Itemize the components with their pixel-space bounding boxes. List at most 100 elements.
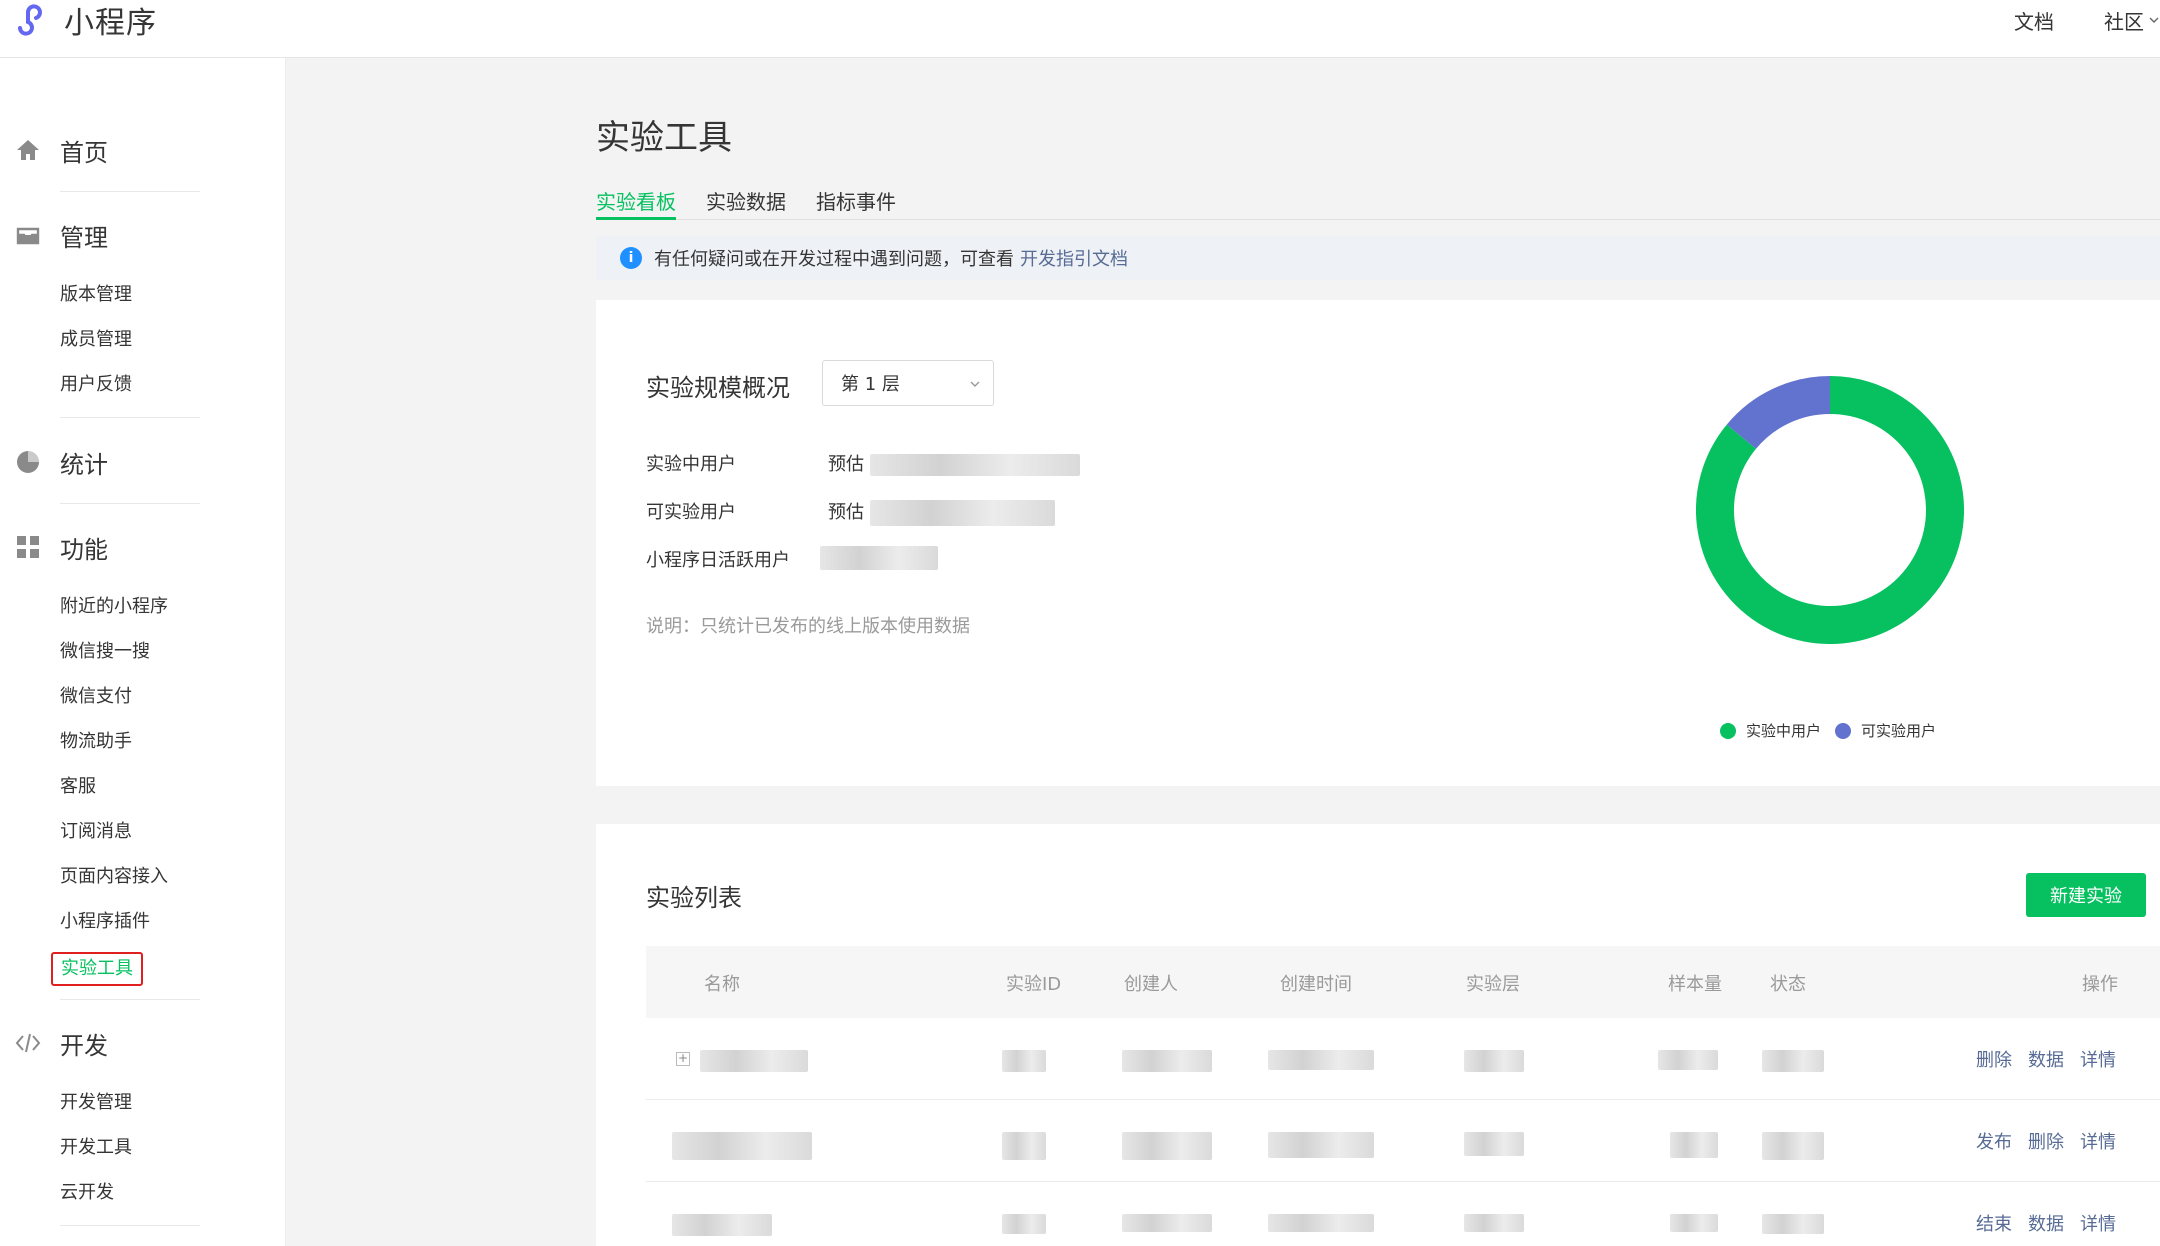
docs-link[interactable]: 文档 bbox=[2014, 6, 2054, 35]
divider bbox=[60, 1225, 200, 1226]
sidebar-item-content[interactable]: 页面内容接入 bbox=[60, 864, 168, 890]
divider bbox=[60, 417, 200, 418]
donut-slice-1 bbox=[1726, 376, 1831, 450]
sidebar-item-experiment[interactable]: 实验工具 bbox=[51, 952, 143, 986]
sidebar-item-plugins[interactable]: 小程序插件 bbox=[60, 909, 150, 935]
sidebar-item-version[interactable]: 版本管理 bbox=[60, 282, 132, 308]
tab-dashboard[interactable]: 实验看板 bbox=[596, 186, 676, 220]
legend-label: 可实验用户 bbox=[1861, 722, 1937, 740]
redacted-cell bbox=[1464, 1132, 1524, 1156]
logo[interactable]: 小程序 bbox=[10, 0, 157, 41]
info-icon: i bbox=[620, 247, 642, 269]
sidebar-item-service[interactable]: 客服 bbox=[60, 774, 96, 800]
redacted-cell bbox=[1268, 1214, 1374, 1232]
pie-chart-icon bbox=[14, 448, 42, 476]
column-header: 样本量 bbox=[1668, 974, 1722, 995]
layer-select[interactable]: 第 1 层 bbox=[822, 360, 994, 406]
overview-row-label: 小程序日活跃用户 bbox=[646, 550, 790, 571]
home-icon bbox=[14, 136, 42, 164]
sidebar-item-dev-manage[interactable]: 开发管理 bbox=[60, 1090, 132, 1116]
redacted-cell bbox=[1268, 1050, 1374, 1070]
grid-icon bbox=[14, 533, 42, 561]
overview-row-label: 实验中用户 bbox=[646, 454, 736, 475]
details-action[interactable]: 详情 bbox=[2080, 1210, 2116, 1236]
redacted-cell bbox=[1762, 1132, 1824, 1160]
redacted-value bbox=[820, 546, 938, 570]
chart-legend: 实验中用户 可实验用户 bbox=[1720, 720, 1950, 741]
sidebar-item-logistics[interactable]: 物流助手 bbox=[60, 729, 132, 755]
tab-bar: 实验看板 实验数据 指标事件 bbox=[596, 182, 2160, 220]
estimate-prefix: 预估 bbox=[828, 502, 864, 523]
overview-row-label: 可实验用户 bbox=[646, 502, 736, 523]
sidebar-item-pay[interactable]: 微信支付 bbox=[60, 684, 132, 710]
divider bbox=[60, 503, 200, 504]
layer-select-value: 第 1 层 bbox=[841, 374, 900, 395]
sidebar-item-dev-tools[interactable]: 开发工具 bbox=[60, 1135, 132, 1161]
column-header: 实验层 bbox=[1466, 974, 1520, 995]
column-header: 创建时间 bbox=[1280, 974, 1352, 995]
experiment-list-card: 实验列表 新建实验 名称 实验ID 创建人 创建时间 实验层 样本量 状态 操作… bbox=[596, 824, 2160, 1246]
sidebar-group-label: 管理 bbox=[60, 223, 108, 252]
redacted-cell bbox=[700, 1050, 808, 1072]
table-row: 结束 数据 详情 bbox=[646, 1182, 2160, 1246]
delete-action[interactable]: 删除 bbox=[2028, 1128, 2064, 1154]
details-action[interactable]: 详情 bbox=[2080, 1046, 2116, 1072]
sidebar-item-nearby[interactable]: 附近的小程序 bbox=[60, 594, 168, 620]
data-action[interactable]: 数据 bbox=[2028, 1210, 2064, 1236]
data-action[interactable]: 数据 bbox=[2028, 1046, 2064, 1072]
redacted-cell bbox=[1122, 1050, 1212, 1072]
overview-title: 实验规模概况 bbox=[646, 374, 790, 402]
sidebar-item-cloud[interactable]: 云开发 bbox=[60, 1180, 114, 1206]
dev-guide-link[interactable]: 开发指引文档 bbox=[1020, 245, 1128, 271]
redacted-cell bbox=[1122, 1132, 1212, 1160]
redacted-cell bbox=[672, 1132, 812, 1160]
sidebar-item-subscribe[interactable]: 订阅消息 bbox=[60, 819, 132, 845]
legend-label: 实验中用户 bbox=[1746, 722, 1822, 740]
table-row: 发布 删除 详情 bbox=[646, 1100, 2160, 1182]
inbox-icon bbox=[14, 221, 42, 249]
redacted-cell bbox=[1670, 1132, 1718, 1158]
top-nav: 文档 社区 bbox=[1964, 0, 2160, 40]
sidebar-item-feedback[interactable]: 用户反馈 bbox=[60, 372, 132, 398]
redacted-cell bbox=[1002, 1050, 1046, 1072]
sidebar: 首页 管理 版本管理 成员管理 用户反馈 统计 功能 附近的小程序 微信搜一搜 … bbox=[0, 58, 286, 1246]
redacted-cell bbox=[1464, 1050, 1524, 1072]
community-link[interactable]: 社区 bbox=[2104, 6, 2160, 35]
redacted-cell bbox=[1658, 1050, 1718, 1070]
sidebar-item-search[interactable]: 微信搜一搜 bbox=[60, 639, 150, 665]
legend-item: 可实验用户 bbox=[1835, 720, 1936, 741]
end-action[interactable]: 结束 bbox=[1976, 1210, 2012, 1236]
experiment-donut-chart bbox=[1696, 376, 1964, 644]
publish-action[interactable]: 发布 bbox=[1976, 1128, 2012, 1154]
redacted-cell bbox=[1002, 1214, 1046, 1234]
sidebar-group-label: 开发 bbox=[60, 1031, 108, 1060]
tab-data[interactable]: 实验数据 bbox=[706, 186, 786, 220]
delete-action[interactable]: 删除 bbox=[1976, 1046, 2012, 1072]
redacted-cell bbox=[1122, 1214, 1212, 1232]
tab-metrics[interactable]: 指标事件 bbox=[816, 186, 896, 220]
column-header: 名称 bbox=[704, 974, 740, 995]
redacted-value bbox=[869, 454, 1080, 476]
chevron-down-icon bbox=[970, 381, 980, 387]
page-title: 实验工具 bbox=[596, 118, 732, 158]
redacted-cell bbox=[1464, 1214, 1524, 1232]
column-header: 实验ID bbox=[1006, 974, 1062, 995]
divider bbox=[60, 191, 200, 192]
overview-row-value bbox=[820, 546, 938, 570]
chevron-down-icon bbox=[2149, 17, 2159, 23]
new-experiment-button[interactable]: 新建实验 bbox=[2026, 873, 2146, 917]
expand-toggle[interactable]: + bbox=[676, 1052, 690, 1066]
community-link-label: 社区 bbox=[2104, 9, 2144, 34]
app-name: 小程序 bbox=[64, 6, 157, 41]
sidebar-item-members[interactable]: 成员管理 bbox=[60, 327, 132, 353]
redacted-cell bbox=[1670, 1214, 1718, 1232]
details-action[interactable]: 详情 bbox=[2080, 1128, 2116, 1154]
column-header: 状态 bbox=[1770, 974, 1806, 995]
redacted-cell bbox=[672, 1214, 772, 1236]
overview-row-value: 预估 bbox=[828, 498, 1055, 526]
top-bar: 小程序 文档 社区 bbox=[0, 0, 2160, 58]
table-header: 名称 实验ID 创建人 创建时间 实验层 样本量 状态 操作 bbox=[646, 946, 2160, 1018]
legend-dot bbox=[1720, 722, 1736, 739]
sidebar-item-label: 统计 bbox=[60, 450, 108, 479]
sidebar-item-label: 首页 bbox=[60, 138, 108, 167]
